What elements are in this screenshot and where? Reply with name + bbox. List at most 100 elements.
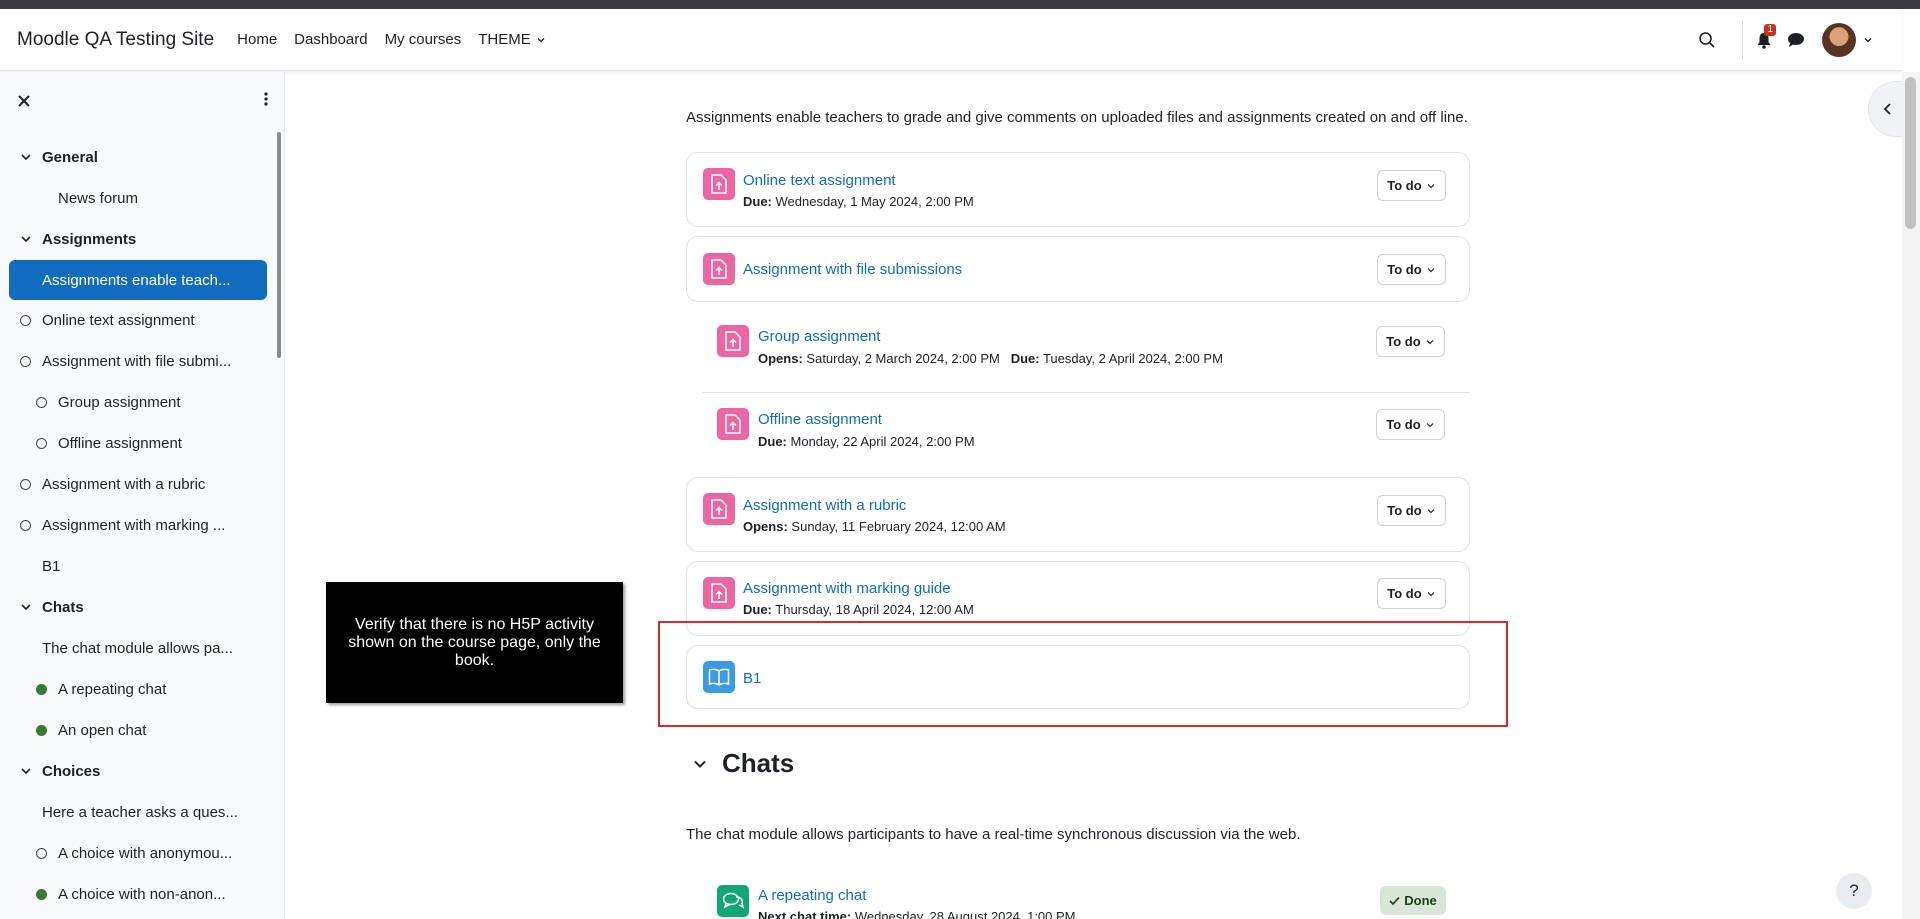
todo-label: To do [1386, 417, 1421, 432]
todo-button[interactable]: To do [1377, 170, 1446, 201]
completion-todo-icon [20, 315, 31, 326]
course-index-label: B1 [42, 558, 61, 575]
date-value: Wednesday, 28 August 2024, 1:00 PM [854, 909, 1076, 919]
close-icon[interactable] [17, 92, 31, 113]
navbar-divider [1742, 20, 1743, 60]
course-index-label: News forum [58, 190, 139, 207]
course-index-tree: General News forum Assignments Assignments … [0, 137, 270, 915]
todo-label: To do [1387, 262, 1422, 277]
completion-todo-icon [36, 397, 47, 408]
search-icon [1699, 32, 1715, 48]
activity-card: Assignment with file submissions To do [686, 236, 1470, 302]
section-title: Chats [722, 748, 795, 778]
activity-card-nested: A repeating chat Next chat time: Wednesd… [702, 872, 1470, 919]
course-index-item[interactable]: Assignment with marking ... [0, 505, 270, 546]
course-index-item[interactable]: A repeating chat [0, 669, 270, 710]
done-badge[interactable]: Done [1380, 886, 1446, 915]
todo-label: To do [1387, 178, 1422, 193]
page-scrollbar-thumb[interactable] [1905, 77, 1916, 229]
date-value: Monday, 22 April 2024, 2:00 PM [790, 434, 975, 449]
course-index-item[interactable]: Online text assignment [0, 300, 270, 341]
assignment-icon [703, 493, 735, 525]
activity-title-link[interactable]: Assignment with marking guide [743, 580, 951, 597]
course-index-item[interactable]: The chat module allows pa... [0, 628, 270, 669]
kebab-menu-icon[interactable] [263, 90, 269, 112]
date-label: Opens: [758, 351, 803, 366]
activity-title-link[interactable]: Assignment with file submissions [743, 261, 962, 278]
course-index-label: Assignment with file submi... [42, 353, 232, 370]
chevron-down-icon [1427, 508, 1435, 513]
todo-button[interactable]: To do [1377, 254, 1446, 285]
activity-title-link[interactable]: Online text assignment [743, 172, 896, 189]
done-label: Done [1404, 893, 1437, 908]
course-index-label: Assignment with a rubric [42, 476, 206, 493]
user-avatar[interactable] [1822, 23, 1856, 57]
course-index-item[interactable]: Here a teacher asks a ques... [0, 792, 270, 833]
chevron-down-icon[interactable] [20, 232, 32, 249]
course-index-item[interactable]: Group assignment [0, 382, 270, 423]
todo-label: To do [1387, 503, 1422, 518]
activity-card: Online text assignment Due: Wednesday, 1… [686, 152, 1470, 227]
course-index-item[interactable]: An open chat [0, 710, 270, 751]
chevron-down-icon[interactable] [1862, 34, 1874, 46]
nav-theme[interactable]: THEME [478, 31, 547, 48]
chevron-down-icon[interactable] [20, 764, 32, 781]
activity-title-link[interactable]: Group assignment [758, 328, 881, 345]
course-index-item[interactable]: Assignment with file submi... [0, 341, 270, 382]
assignment-icon [703, 253, 735, 285]
course-index-item[interactable]: Offline assignment [0, 423, 270, 464]
nav-dashboard[interactable]: Dashboard [294, 31, 367, 48]
chevron-down-icon [1426, 339, 1434, 344]
chevron-down-icon[interactable] [20, 150, 32, 167]
date-label: Due: [743, 602, 772, 617]
completion-todo-icon [36, 438, 47, 449]
course-index-item[interactable]: Assignment with a rubric [0, 464, 270, 505]
notifications-button[interactable]: 1 [1752, 24, 1776, 52]
completion-todo-icon [20, 479, 31, 490]
course-index-item[interactable]: A choice with anonymou... [0, 833, 270, 874]
chevron-left-icon [1883, 103, 1891, 115]
messages-button[interactable] [1784, 28, 1808, 52]
activity-title-link[interactable]: Offline assignment [758, 411, 882, 428]
course-index-item-active[interactable]: Assignments enable teach... [9, 260, 267, 300]
chevron-down-icon [1426, 422, 1434, 427]
date-value: Tuesday, 2 April 2024, 2:00 PM [1042, 351, 1223, 366]
course-index-label: An open chat [58, 722, 147, 739]
activity-card-nested: Offline assignment Due: Monday, 22 April… [702, 394, 1470, 474]
todo-button[interactable]: To do [1377, 495, 1446, 526]
annotation-callout: Verify that there is no H5P activity sho… [326, 582, 623, 703]
assignment-icon [703, 577, 735, 609]
activity-dates: Opens: Saturday, 2 March 2024, 2:00 PM D… [758, 351, 1223, 366]
activity-title-link[interactable]: Assignment with a rubric [743, 497, 906, 514]
course-index-section[interactable]: Chats [0, 587, 270, 628]
course-index-section[interactable]: General [0, 137, 270, 178]
course-index-section[interactable]: Choices [0, 751, 270, 792]
course-index-item[interactable]: B1 [0, 546, 270, 587]
date-value: Wednesday, 1 May 2024, 2:00 PM [775, 194, 974, 209]
section-header-chats[interactable]: Chats [692, 748, 794, 779]
drawer-scrollbar[interactable] [277, 132, 281, 358]
nav-home[interactable]: Home [237, 31, 277, 48]
course-index-label: A repeating chat [58, 681, 167, 698]
course-index-item[interactable]: News forum [0, 178, 270, 219]
assignments-description: Assignments enable teachers to grade and… [686, 109, 1468, 126]
todo-button[interactable]: To do [1376, 409, 1445, 440]
course-index-item[interactable]: A choice with non-anon... [0, 874, 270, 915]
site-name[interactable]: Moodle QA Testing Site [17, 29, 214, 51]
course-index-label: Assignment with marking ... [42, 517, 226, 534]
date-label: Due: [743, 194, 772, 209]
todo-button[interactable]: To do [1377, 578, 1446, 609]
course-index-label: General [42, 149, 98, 166]
course-index-label: Here a teacher asks a ques... [42, 804, 238, 821]
chevron-down-icon[interactable] [20, 600, 32, 617]
todo-button[interactable]: To do [1376, 326, 1445, 357]
activity-title-link[interactable]: A repeating chat [758, 887, 866, 904]
activity-dates: Due: Monday, 22 April 2024, 2:00 PM [758, 434, 975, 449]
help-button[interactable]: ? [1836, 873, 1872, 909]
date-value: Thursday, 18 April 2024, 12:00 AM [775, 602, 974, 617]
search-button[interactable] [1695, 28, 1719, 52]
nav-my-courses[interactable]: My courses [385, 31, 462, 48]
course-index-section[interactable]: Assignments [0, 219, 270, 260]
chevron-down-icon [537, 37, 545, 42]
todo-label: To do [1387, 586, 1422, 601]
